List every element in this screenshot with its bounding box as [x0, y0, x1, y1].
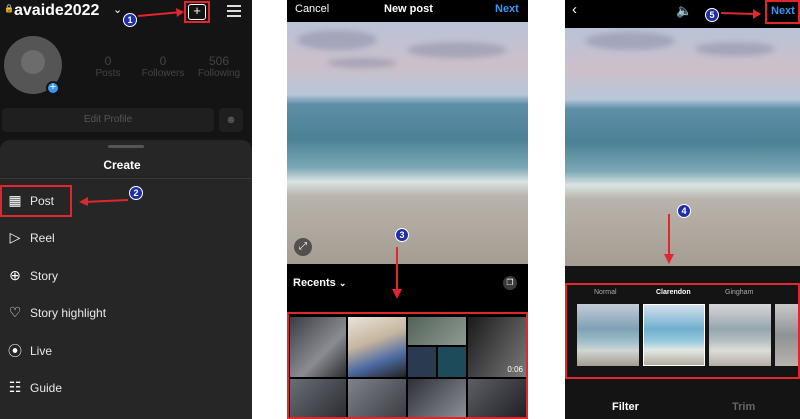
- menu-label-reel: Reel: [30, 230, 55, 245]
- following-label: Following: [197, 68, 241, 79]
- username[interactable]: avaide2022: [14, 2, 99, 20]
- menu-item-story[interactable]: ⊕ Story: [0, 257, 252, 294]
- speaker-icon[interactable]: 🔈: [676, 3, 692, 19]
- multi-select-icon[interactable]: ❐: [503, 276, 517, 290]
- annotation-box-4: [565, 283, 800, 379]
- menu-item-story-highlight[interactable]: ♡ Story highlight: [0, 294, 252, 331]
- lock-icon: 🔒: [4, 4, 14, 13]
- menu-label-live: Live: [30, 343, 53, 358]
- add-person-icon[interactable]: ☻: [219, 108, 243, 132]
- create-title: Create: [103, 158, 141, 172]
- arrow-2: [79, 197, 129, 206]
- back-icon[interactable]: ‹: [572, 1, 577, 18]
- tab-trim[interactable]: Trim: [732, 401, 755, 413]
- create-sheet: Create ▦ Post ▷ Reel ⊕ Story ♡ Story hig…: [0, 140, 252, 419]
- menu-icon[interactable]: [227, 5, 241, 17]
- next-button[interactable]: Next: [495, 3, 519, 15]
- media-preview: [287, 22, 528, 264]
- new-post-panel: Cancel New post Next ⤢ Recents ⌄ ❐ 0:06 …: [287, 0, 528, 419]
- guide-icon: ☷: [8, 379, 22, 395]
- divider: [0, 178, 252, 179]
- menu-item-live[interactable]: ⦿ Live: [0, 332, 252, 369]
- heart-circle-icon: ♡: [8, 304, 22, 320]
- posts-count: 0: [104, 54, 112, 68]
- stat-following[interactable]: 506 Following: [195, 54, 243, 79]
- editor-panel: ‹ 🔈 Next 5 4 Normal Clarendon Gingham Fi…: [565, 0, 800, 419]
- stat-followers[interactable]: 0 Followers: [140, 54, 186, 79]
- story-icon: ⊕: [9, 267, 21, 283]
- chevron-down-icon[interactable]: ⌄: [113, 3, 122, 16]
- step-badge-5: 5: [705, 8, 719, 22]
- menu-label-story-highlight: Story highlight: [30, 305, 107, 320]
- step-badge-2: 2: [129, 186, 143, 200]
- menu-label-story: Story: [30, 268, 59, 283]
- arrow-1: [137, 8, 184, 17]
- arrow-4: [664, 214, 674, 264]
- step-badge-1: 1: [123, 13, 137, 27]
- reel-icon: ▷: [9, 229, 21, 245]
- chevron-down-icon: ⌄: [338, 278, 347, 288]
- menu-item-reel[interactable]: ▷ Reel: [0, 219, 252, 256]
- annotation-box-5: [765, 0, 800, 24]
- annotation-box-3: [287, 312, 528, 419]
- cancel-button[interactable]: Cancel: [295, 3, 329, 15]
- recents-dropdown[interactable]: Recents ⌄: [293, 277, 346, 289]
- arrow-5: [720, 9, 761, 19]
- live-icon: ⦿: [8, 342, 22, 359]
- menu-label-guide: Guide: [30, 380, 63, 395]
- stat-posts[interactable]: 0 Posts: [92, 54, 124, 79]
- recents-label: Recents: [293, 277, 336, 289]
- arrow-3: [392, 247, 402, 299]
- sheet-handle[interactable]: [108, 145, 144, 148]
- media-preview: [565, 28, 800, 266]
- followers-count: 0: [159, 54, 167, 68]
- following-count: 506: [208, 54, 230, 68]
- edit-profile-button[interactable]: Edit Profile: [2, 108, 214, 132]
- step-badge-4: 4: [677, 204, 691, 218]
- new-post-title: New post: [384, 3, 433, 15]
- add-story-icon[interactable]: +: [46, 81, 60, 95]
- menu-item-guide[interactable]: ☷ Guide: [0, 369, 252, 406]
- tab-filter[interactable]: Filter: [612, 401, 639, 413]
- followers-label: Followers: [141, 68, 185, 79]
- annotation-box-2: [0, 185, 72, 217]
- profile-panel: 🔒 avaide2022 ⌄ + 1 + 0 Posts 0 Followers…: [0, 0, 252, 419]
- editor-bottom: Normal Clarendon Gingham Filter Trim: [565, 266, 800, 419]
- step-badge-3: 3: [395, 228, 409, 242]
- posts-label: Posts: [95, 68, 121, 79]
- expand-icon[interactable]: ⤢: [294, 238, 312, 256]
